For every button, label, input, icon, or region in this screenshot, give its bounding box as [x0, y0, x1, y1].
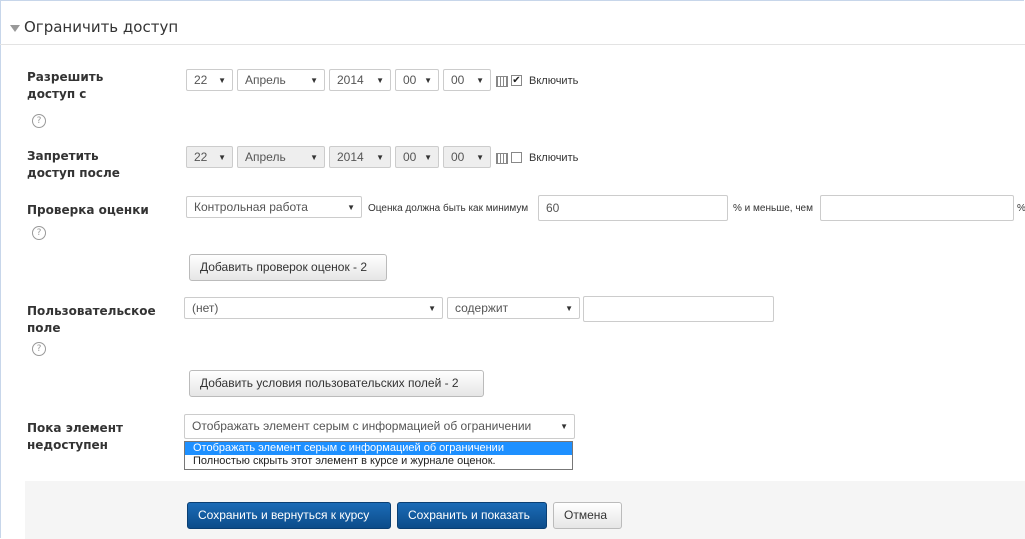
- select-value: Апрель: [245, 73, 286, 87]
- calendar-icon[interactable]: [496, 76, 508, 87]
- calendar-icon[interactable]: [496, 153, 508, 164]
- access-until-month-select[interactable]: Апрель ▼: [237, 146, 325, 168]
- access-from-day-select[interactable]: 22 ▼: [186, 69, 233, 91]
- select-value: (нет): [192, 301, 219, 315]
- header-divider: [0, 44, 1025, 45]
- help-icon[interactable]: ?: [32, 226, 46, 240]
- profile-field-label: Пользовательское поле: [27, 304, 156, 335]
- select-value: 00: [403, 150, 417, 164]
- dropdown-arrow-icon: ▼: [476, 153, 484, 162]
- dropdown-arrow-icon: ▼: [218, 76, 226, 85]
- profile-field-select[interactable]: (нет) ▼: [184, 297, 443, 319]
- unavailable-label: Пока элемент недоступен: [27, 421, 123, 452]
- dropdown-arrow-icon: ▼: [424, 76, 432, 85]
- unavailable-dropdown-list: Отображать элемент серым с информацией о…: [184, 441, 573, 470]
- add-profile-condition-button[interactable]: Добавить условия пользовательских полей …: [189, 370, 484, 397]
- grade-min-label: Оценка должна быть как минимум: [368, 203, 529, 214]
- select-value: 2014: [337, 73, 364, 87]
- access-until-minute-select[interactable]: 00 ▼: [443, 146, 491, 168]
- select-value: 00: [451, 150, 465, 164]
- select-value: Апрель: [245, 150, 286, 164]
- select-value: 00: [403, 73, 417, 87]
- add-grade-condition-button[interactable]: Добавить проверок оценок - 2: [189, 254, 387, 281]
- access-from-hour-select[interactable]: 00 ▼: [395, 69, 439, 91]
- access-from-enable-label: Включить: [529, 75, 579, 87]
- access-until-year-select[interactable]: 2014 ▼: [329, 146, 391, 168]
- section-header[interactable]: Ограничить доступ: [10, 18, 178, 36]
- profile-value-input[interactable]: [583, 296, 774, 322]
- dropdown-arrow-icon: ▼: [565, 304, 573, 313]
- collapse-triangle-icon: [10, 24, 20, 32]
- access-from-minute-select[interactable]: 00 ▼: [443, 69, 491, 91]
- grade-min-input[interactable]: 60: [538, 195, 728, 221]
- help-icon[interactable]: ?: [32, 114, 46, 128]
- unavailable-select[interactable]: Отображать элемент серым с информацией о…: [184, 414, 575, 439]
- percent-sign: %: [1017, 203, 1025, 214]
- select-value: содержит: [455, 301, 509, 315]
- dropdown-arrow-icon: ▼: [347, 203, 355, 212]
- dropdown-arrow-icon: ▼: [476, 76, 484, 85]
- section-title: Ограничить доступ: [24, 18, 179, 36]
- dropdown-arrow-icon: ▼: [310, 76, 318, 85]
- access-until-label: Запретить доступ после: [27, 149, 120, 180]
- dropdown-arrow-icon: ▼: [310, 153, 318, 162]
- dropdown-arrow-icon: ▼: [424, 153, 432, 162]
- access-from-label: Разрешить доступ с: [27, 70, 104, 101]
- save-show-button[interactable]: Сохранить и показать: [397, 502, 547, 529]
- select-value: 00: [451, 73, 465, 87]
- dropdown-arrow-icon: ▼: [560, 422, 568, 431]
- grade-max-input[interactable]: [820, 195, 1014, 221]
- profile-operator-select[interactable]: содержит ▼: [447, 297, 580, 319]
- help-icon[interactable]: ?: [32, 342, 46, 356]
- access-from-month-select[interactable]: Апрель ▼: [237, 69, 325, 91]
- access-from-year-select[interactable]: 2014 ▼: [329, 69, 391, 91]
- dropdown-arrow-icon: ▼: [376, 76, 384, 85]
- select-value: Контрольная работа: [194, 200, 308, 214]
- dropdown-arrow-icon: ▼: [218, 153, 226, 162]
- select-value: Отображать элемент серым с информацией о…: [192, 419, 532, 433]
- access-until-day-select[interactable]: 22 ▼: [186, 146, 233, 168]
- access-until-hour-select[interactable]: 00 ▼: [395, 146, 439, 168]
- access-until-enable-checkbox[interactable]: [511, 152, 522, 163]
- dropdown-option[interactable]: Отображать элемент серым с информацией о…: [185, 442, 572, 455]
- select-value: 22: [194, 73, 208, 87]
- cancel-button[interactable]: Отмена: [553, 502, 622, 529]
- select-value: 2014: [337, 150, 364, 164]
- grade-item-select[interactable]: Контрольная работа ▼: [186, 196, 362, 218]
- select-value: 22: [194, 150, 208, 164]
- dropdown-arrow-icon: ▼: [376, 153, 384, 162]
- grade-max-label: % и меньше, чем: [733, 203, 813, 214]
- grade-label: Проверка оценки: [27, 203, 149, 217]
- save-return-button[interactable]: Сохранить и вернуться к курсу: [187, 502, 391, 529]
- dropdown-option[interactable]: Полностью скрыть этот элемент в курсе и …: [185, 455, 572, 468]
- access-from-enable-checkbox[interactable]: ✔: [511, 75, 522, 86]
- dropdown-arrow-icon: ▼: [428, 304, 436, 313]
- access-until-enable-label: Включить: [529, 152, 579, 164]
